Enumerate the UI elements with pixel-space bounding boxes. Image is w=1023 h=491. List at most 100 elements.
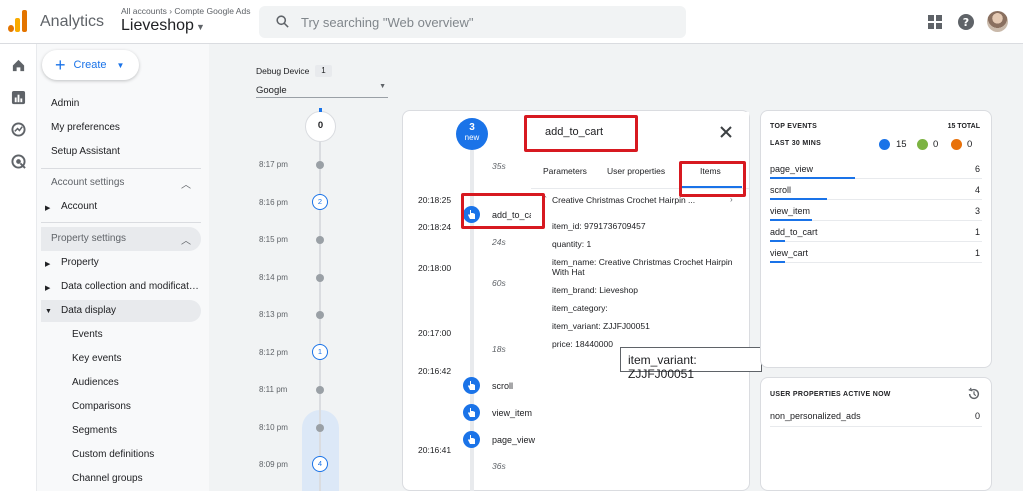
tab-parameters[interactable]: Parameters <box>543 166 587 176</box>
home-icon[interactable] <box>11 58 26 73</box>
section-label: Property settings <box>51 233 127 244</box>
nav-data-collection[interactable]: Data collection and modificat… <box>61 281 199 292</box>
top-event-share-bar <box>770 261 785 263</box>
event-page-view[interactable]: page_view <box>492 435 535 445</box>
nav-events[interactable]: Events <box>72 329 103 340</box>
minute-time-label: 8:17 pm <box>259 160 288 169</box>
nav-data-display[interactable]: Data display <box>61 305 116 316</box>
nav-comparisons[interactable]: Comparisons <box>72 401 131 412</box>
nav-property[interactable]: Property <box>61 257 99 268</box>
item-title[interactable]: Creative Christmas Crochet Hairpin ... <box>552 195 695 205</box>
event-timestamp: 20:18:24 <box>418 222 452 232</box>
property-selector[interactable]: Lieveshop ▼ <box>121 17 205 35</box>
top-event-name[interactable]: view_item <box>770 206 810 216</box>
close-icon[interactable] <box>718 124 734 140</box>
nav-account[interactable]: Account <box>61 201 97 212</box>
top-event-name[interactable]: scroll <box>770 185 791 195</box>
minute-event-count[interactable]: 2 <box>312 193 328 210</box>
help-icon[interactable]: ? <box>956 12 976 32</box>
minute-empty-dot[interactable] <box>316 423 324 432</box>
item-field: item_variant: ZJJFJ00051 <box>552 321 650 331</box>
nav-setup-assistant[interactable]: Setup Assistant <box>51 146 120 157</box>
debug-device-count: 1 <box>315 65 332 77</box>
breadcrumb[interactable]: All accounts › Compte Google Ads <box>121 6 250 16</box>
left-rail <box>0 44 37 491</box>
item-field: item_category: <box>552 303 608 313</box>
expand-arrow-icon[interactable]: ▶ <box>45 204 50 212</box>
analytics-logo-icon[interactable] <box>8 10 30 32</box>
top-event-name[interactable]: add_to_cart <box>770 227 818 237</box>
event-icon[interactable] <box>463 377 480 394</box>
top-event-share-bar <box>770 198 827 200</box>
row-divider <box>770 241 982 242</box>
expand-arrow-icon[interactable]: ▶ <box>45 260 50 268</box>
nav-channel-groups[interactable]: Channel groups <box>72 473 143 484</box>
minute-event-count[interactable]: 1 <box>312 343 328 360</box>
app-title: Analytics <box>40 13 105 30</box>
minute-time-label: 8:13 pm <box>259 310 288 319</box>
history-icon[interactable] <box>967 387 981 401</box>
minute-empty-dot[interactable] <box>316 273 324 282</box>
advertising-icon[interactable] <box>11 154 26 169</box>
svg-text:?: ? <box>963 16 969 29</box>
top-event-name[interactable]: view_cart <box>770 248 808 258</box>
top-event-count: 1 <box>974 248 980 258</box>
event-scroll[interactable]: scroll <box>492 381 513 391</box>
new-events-badge[interactable]: 3 new <box>456 118 488 150</box>
row-divider <box>770 426 982 427</box>
legend-count: 0 <box>967 139 973 150</box>
gap-label: 35s <box>492 161 506 171</box>
nav-custom-definitions[interactable]: Custom definitions <box>72 449 154 460</box>
top-event-count: 4 <box>974 185 980 195</box>
debug-device-value: Google <box>256 85 287 96</box>
hand-pointer-icon <box>468 435 475 444</box>
nav-my-preferences[interactable]: My preferences <box>51 122 120 133</box>
property-settings-section[interactable]: Property settings ︿ <box>41 227 201 251</box>
hand-pointer-icon <box>468 408 475 417</box>
account-settings-section[interactable]: Account settings ︿ <box>41 171 201 195</box>
event-icon[interactable] <box>463 431 480 448</box>
top-event-count: 6 <box>974 164 980 174</box>
gap-label: 60s <box>492 278 506 288</box>
tab-user-properties[interactable]: User properties <box>607 166 665 176</box>
divider <box>41 168 201 169</box>
event-icon[interactable] <box>463 404 480 421</box>
event-timestamp: 20:16:41 <box>418 445 452 455</box>
create-button[interactable]: + Create ▼ <box>42 50 139 80</box>
apps-grid-icon[interactable] <box>925 12 945 32</box>
minute-time-label: 8:12 pm <box>259 347 288 357</box>
minute-time-label: 8:09 pm <box>259 460 288 469</box>
user-event-legend-icon <box>879 139 890 150</box>
minute-empty-dot[interactable] <box>316 236 324 244</box>
minute-empty-dot[interactable] <box>316 161 324 169</box>
minute-event-count[interactable]: 4 <box>312 456 328 472</box>
expand-arrow-icon[interactable]: ▶ <box>45 284 50 292</box>
caret-down-icon: ▼ <box>116 60 125 70</box>
minute-stream-current[interactable]: 0 <box>305 108 336 142</box>
top-event-name[interactable]: page_view <box>770 164 813 174</box>
reports-icon[interactable] <box>11 90 26 105</box>
avatar[interactable] <box>987 11 1008 32</box>
nav-admin[interactable]: Admin <box>51 98 79 109</box>
nav-segments[interactable]: Segments <box>72 425 117 436</box>
user-property-name[interactable]: non_personalized_ads <box>770 411 861 421</box>
minute-time-label: 8:14 pm <box>259 272 288 282</box>
collapse-arrow-icon[interactable]: ▼ <box>45 308 52 315</box>
minute-empty-dot[interactable] <box>316 311 324 319</box>
debug-device-select[interactable]: Google ▼ <box>256 80 388 98</box>
nav-audiences[interactable]: Audiences <box>72 377 119 388</box>
minute-empty-dot[interactable] <box>316 386 324 394</box>
period-label: LAST 30 MINS <box>770 140 822 147</box>
item-field: item_id: 9791736709457 <box>552 221 646 231</box>
gap-label: 18s <box>492 344 506 354</box>
new-label: new <box>464 133 480 142</box>
search-icon <box>276 15 289 28</box>
minute-time-label: 8:16 pm <box>259 197 288 207</box>
search-bar[interactable] <box>259 6 686 38</box>
explore-icon[interactable] <box>11 122 26 137</box>
gap-label: 24s <box>492 237 506 247</box>
minute-time-label: 8:10 pm <box>259 422 288 432</box>
nav-key-events[interactable]: Key events <box>72 353 121 364</box>
search-input[interactable] <box>301 12 671 32</box>
event-view-item[interactable]: view_item <box>492 408 532 418</box>
